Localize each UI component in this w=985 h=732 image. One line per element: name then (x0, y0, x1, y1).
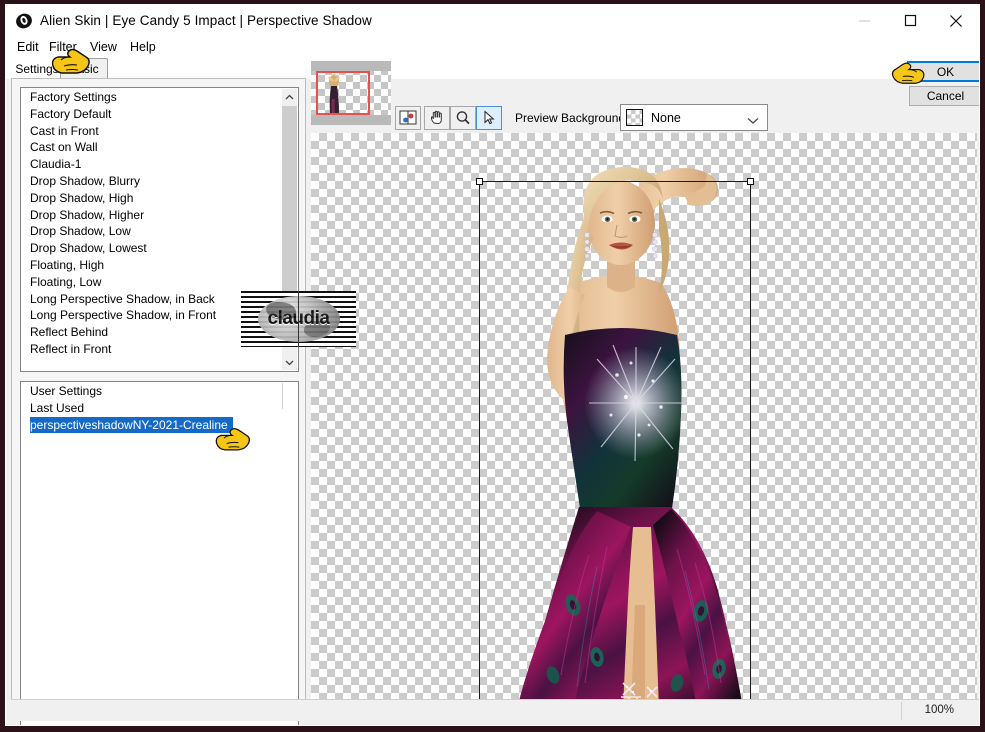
application-window: Alien Skin | Eye Candy 5 Impact | Perspe… (5, 4, 980, 726)
settings-panel: Factory Settings Factory Default Cast in… (11, 78, 306, 725)
minimize-button[interactable] (841, 5, 887, 36)
list-item[interactable]: Floating, Low (21, 274, 298, 291)
status-separator (901, 702, 902, 720)
user-settings-header: User Settings (30, 384, 103, 398)
magnifier-zoom-icon[interactable] (450, 106, 476, 130)
menu-item-help[interactable]: Help (128, 40, 158, 54)
list-item[interactable]: Drop Shadow, Low (21, 223, 298, 240)
preview-background-value: None (651, 111, 681, 125)
title-bar: Alien Skin | Eye Candy 5 Impact | Perspe… (6, 5, 979, 37)
tab-strip: Settings Basic (6, 58, 979, 79)
list-item[interactable]: Cast on Wall (21, 139, 298, 156)
preview-background-select[interactable]: None (620, 104, 768, 131)
menu-item-view[interactable]: View (88, 40, 119, 54)
navigator-viewport-rect[interactable] (316, 71, 370, 115)
scroll-up-icon[interactable] (282, 89, 297, 105)
list-item[interactable]: Cast in Front (21, 123, 298, 140)
list-item-selected[interactable]: perspectiveshadowNY-2021-Crealine (30, 416, 233, 434)
list-item[interactable]: Drop Shadow, Blurry (21, 173, 298, 190)
scroll-down-icon[interactable] (282, 354, 297, 370)
pointing-hand-cursor-icon (50, 46, 92, 79)
status-bar: 100% (11, 699, 979, 721)
selection-handle-top-right[interactable] (747, 178, 754, 185)
list-item[interactable]: Drop Shadow, High (21, 190, 298, 207)
menu-item-edit[interactable]: Edit (15, 40, 41, 54)
nav-gray-band-top (311, 61, 391, 71)
close-button[interactable] (933, 5, 979, 36)
cancel-button-label: Cancel (926, 89, 965, 103)
watermark-line (298, 291, 299, 347)
preview-background-label: Preview Background: (515, 111, 629, 125)
preview-canvas[interactable] (311, 133, 977, 713)
factory-settings-header: Factory Settings (30, 90, 117, 104)
menu-bar: Edit Filter View Help (6, 37, 979, 58)
chevron-down-icon[interactable] (747, 114, 759, 128)
selection-handle-top-left[interactable] (476, 178, 483, 185)
pointing-hand-cursor-icon (214, 425, 252, 456)
hand-pan-icon[interactable] (424, 106, 450, 130)
window-frame: Alien Skin | Eye Candy 5 Impact | Perspe… (0, 0, 985, 732)
list-item[interactable]: Factory Default (21, 106, 298, 123)
arrow-select-icon[interactable] (476, 106, 502, 130)
scrollbar-thumb[interactable] (282, 106, 297, 303)
cancel-button[interactable]: Cancel (909, 86, 979, 106)
list-item[interactable]: Drop Shadow, Higher (21, 207, 298, 224)
ok-button-label: OK (936, 64, 955, 79)
nav-gray-band-bottom (311, 115, 391, 125)
window-title: Alien Skin | Eye Candy 5 Impact | Perspe… (40, 13, 372, 28)
zoom-level-indicator: 100% (924, 704, 954, 716)
navigator-thumbnail[interactable] (311, 61, 391, 125)
pointing-hand-cursor-icon (890, 60, 926, 89)
checker-swatch-icon (626, 109, 643, 126)
user-settings-list[interactable]: User Settings Last Used perspectiveshado… (20, 381, 299, 725)
claudia-watermark: claudia (241, 291, 356, 347)
list-item[interactable]: Drop Shadow, Lowest (21, 240, 298, 257)
list-item[interactable]: Last Used (21, 400, 298, 417)
alien-skin-logo-icon (15, 12, 33, 30)
maximize-button[interactable] (887, 5, 933, 36)
list-item[interactable]: Floating, High (21, 257, 298, 274)
list-item[interactable]: Claudia-1 (21, 156, 298, 173)
selection-rectangle[interactable] (476, 178, 754, 713)
compare-preview-icon[interactable] (395, 106, 421, 130)
